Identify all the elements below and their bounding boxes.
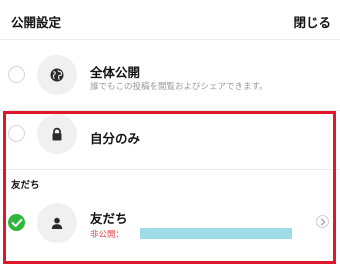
close-button[interactable]: 閉じる	[293, 12, 331, 31]
lock-icon	[52, 127, 62, 141]
person-icon-circle	[37, 203, 77, 243]
radio-only-me[interactable]	[8, 125, 25, 142]
redacted-names	[140, 228, 292, 239]
chevron-right-button[interactable]	[316, 215, 329, 228]
person-icon	[51, 217, 63, 229]
section-label-friends: 友だち	[11, 180, 40, 191]
checkmark-icon	[11, 218, 23, 227]
radio-public[interactable]	[8, 66, 25, 83]
private-label: 非公開：	[90, 230, 125, 240]
globe-icon-circle	[37, 55, 77, 95]
page-title: 公開設定	[11, 15, 62, 30]
option-public-title: 全体公開	[90, 65, 141, 80]
radio-friends[interactable]	[8, 214, 25, 231]
option-only-me-title: 自分のみ	[90, 131, 141, 146]
globe-icon	[50, 68, 64, 82]
chevron-right-icon	[320, 218, 326, 226]
friends-sub-row: 非公開：	[90, 228, 300, 240]
header-bar: 公開設定 閉じる	[0, 0, 340, 40]
option-friends-title: 友だち	[90, 211, 128, 226]
lock-icon-circle	[37, 114, 77, 154]
divider	[0, 169, 340, 170]
option-public-description: 誰でもこの投稿を閲覧およびシェアできます。	[90, 82, 268, 92]
divider	[0, 110, 340, 111]
